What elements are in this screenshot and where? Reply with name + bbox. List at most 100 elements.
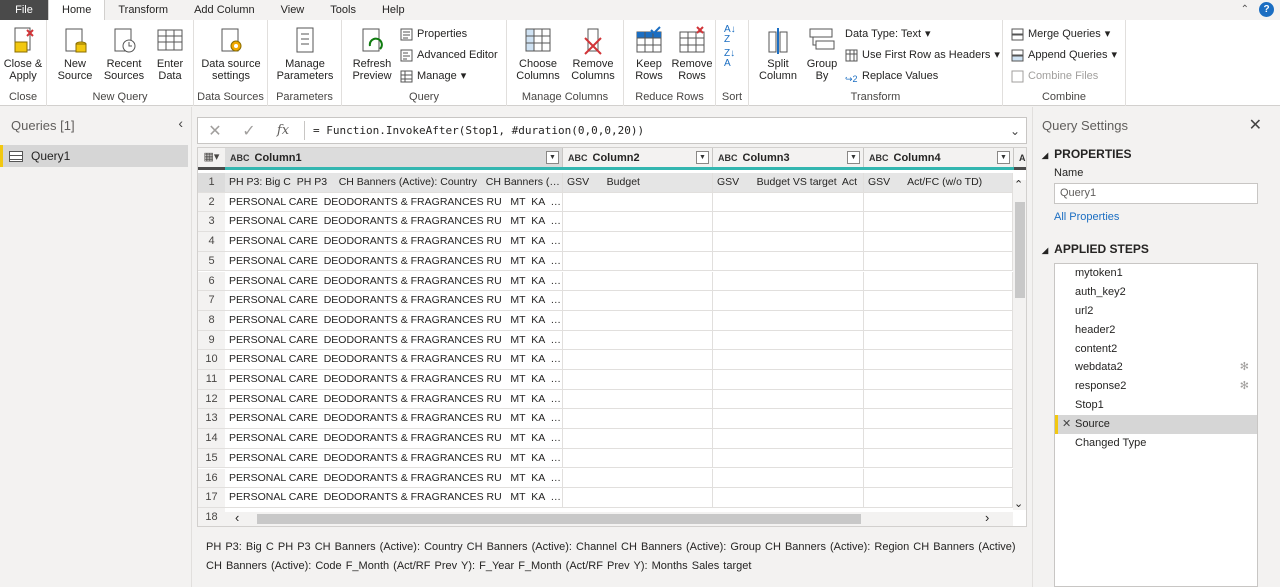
combine-files-button[interactable]: Combine Files [1011, 67, 1098, 85]
table-cell[interactable] [713, 389, 864, 410]
table-cell[interactable] [713, 271, 864, 292]
row-number[interactable]: 15 [198, 448, 225, 469]
row-number[interactable]: 5 [198, 251, 225, 272]
table-cell[interactable] [864, 409, 1013, 430]
properties-section[interactable]: ◢ PROPERTIES [1042, 147, 1132, 161]
collapse-queries-icon[interactable]: ‹ [178, 115, 183, 131]
table-cell[interactable]: PERSONAL CARE DEODORANTS & FRAGRANCES RU… [225, 232, 563, 252]
table-cell[interactable] [864, 488, 1013, 508]
scroll-down-icon[interactable]: ⌄ [1014, 497, 1023, 510]
table-cell[interactable] [563, 212, 713, 233]
table-cell[interactable] [563, 370, 713, 390]
tab-help[interactable]: Help [369, 0, 418, 20]
table-cell[interactable] [864, 448, 1013, 469]
tab-file[interactable]: File [0, 0, 48, 20]
sort-descending-button[interactable]: Z↓ A [724, 49, 735, 69]
table-cell[interactable] [563, 330, 713, 351]
choose-columns-button[interactable]: Choose Columns [512, 26, 564, 82]
refresh-preview-button[interactable]: Refresh Preview [348, 26, 396, 82]
table-cell[interactable] [713, 448, 864, 469]
table-cell[interactable] [864, 310, 1013, 331]
tab-view[interactable]: View [268, 0, 318, 20]
all-properties-link[interactable]: All Properties [1054, 211, 1119, 223]
column-header-column5[interactable]: ABC [1014, 148, 1026, 170]
table-cell[interactable]: GSV Act/FC (w/o TD) [864, 173, 1013, 193]
table-cell[interactable] [713, 192, 864, 213]
row-number[interactable]: 6 [198, 271, 225, 292]
row-number[interactable]: 7 [198, 291, 225, 311]
remove-rows-button[interactable]: Remove Rows [670, 26, 714, 82]
table-cell[interactable]: PERSONAL CARE DEODORANTS & FRAGRANCES RU… [225, 468, 563, 489]
merge-queries-button[interactable]: Merge Queries ▾ [1011, 25, 1110, 43]
enter-data-button[interactable]: Enter Data [151, 26, 189, 82]
expand-formula-icon[interactable]: ⌄ [1004, 124, 1026, 138]
applied-step-auth_key2[interactable]: auth_key2 [1055, 283, 1257, 302]
table-cell[interactable]: PERSONAL CARE DEODORANTS & FRAGRANCES RU… [225, 310, 563, 331]
table-cell[interactable] [563, 350, 713, 370]
table-cell[interactable] [563, 389, 713, 410]
table-cell[interactable]: PERSONAL CARE DEODORANTS & FRAGRANCES RU… [225, 389, 563, 410]
row-number[interactable]: 10 [198, 350, 225, 370]
table-cell[interactable] [563, 409, 713, 430]
column-filter-icon[interactable]: ▼ [696, 151, 709, 164]
table-cell[interactable] [864, 350, 1013, 370]
horizontal-scroll-thumb[interactable] [257, 514, 861, 524]
table-cell[interactable] [864, 192, 1013, 213]
table-cell[interactable] [563, 271, 713, 292]
applied-step-url2[interactable]: url2 [1055, 302, 1257, 321]
delete-step-icon[interactable]: ✕ [1062, 415, 1071, 434]
column-filter-icon[interactable]: ▼ [546, 151, 559, 164]
close-settings-icon[interactable]: ✕ [1249, 115, 1262, 135]
table-cell[interactable] [864, 251, 1013, 272]
table-cell[interactable] [864, 291, 1013, 311]
table-cell[interactable] [563, 251, 713, 272]
table-cell[interactable]: PERSONAL CARE DEODORANTS & FRAGRANCES RU… [225, 350, 563, 370]
table-cell[interactable] [563, 232, 713, 252]
applied-step-mytoken1[interactable]: mytoken1 [1055, 264, 1257, 283]
tab-tools[interactable]: Tools [317, 0, 369, 20]
step-settings-gear-icon[interactable]: ✻ [1240, 377, 1249, 396]
table-cell[interactable]: PERSONAL CARE DEODORANTS & FRAGRANCES RU… [225, 291, 563, 311]
table-menu-icon[interactable]: ▦▾ [198, 148, 225, 170]
scroll-left-icon[interactable]: ‹ [235, 510, 239, 525]
remove-columns-button[interactable]: Remove Columns [566, 26, 620, 82]
table-cell[interactable]: PERSONAL CARE DEODORANTS & FRAGRANCES RU… [225, 488, 563, 508]
applied-step-webdata2[interactable]: webdata2 ✻ [1055, 358, 1257, 377]
text-type-icon[interactable]: ABC [1019, 153, 1026, 163]
vertical-scroll-thumb[interactable] [1015, 202, 1025, 298]
close-apply-button[interactable]: Close & Apply [3, 26, 43, 82]
table-cell[interactable] [713, 330, 864, 351]
table-cell[interactable] [563, 310, 713, 331]
applied-step-stop1[interactable]: Stop1 [1055, 396, 1257, 415]
row-number[interactable]: 2 [198, 192, 225, 213]
row-number[interactable]: 9 [198, 330, 225, 351]
table-cell[interactable] [713, 429, 864, 449]
row-number[interactable]: 14 [198, 429, 225, 449]
applied-step-header2[interactable]: header2 [1055, 321, 1257, 340]
text-type-icon[interactable]: ABC [230, 153, 250, 163]
table-cell[interactable]: GSV Budget VS target Act [713, 173, 864, 193]
commit-formula-icon[interactable]: ✓ [232, 121, 266, 141]
table-cell[interactable]: PERSONAL CARE DEODORANTS & FRAGRANCES RU… [225, 330, 563, 351]
table-cell[interactable]: PERSONAL CARE DEODORANTS & FRAGRANCES RU… [225, 409, 563, 430]
table-cell[interactable] [713, 310, 864, 331]
keep-rows-label[interactable]: Keep Rows [628, 58, 670, 82]
table-cell[interactable]: PH P3: Big C PH P3 CH Banners (Active): … [225, 173, 563, 193]
table-cell[interactable]: GSV Budget [563, 173, 713, 193]
tab-transform[interactable]: Transform [105, 0, 181, 20]
table-cell[interactable]: PERSONAL CARE DEODORANTS & FRAGRANCES RU… [225, 192, 563, 213]
recent-sources-button[interactable]: Recent Sources [101, 26, 147, 82]
keep-rows-button[interactable]: Keep Rows [628, 26, 670, 82]
manage-parameters-button[interactable]: Manage Parameters [272, 26, 338, 82]
table-cell[interactable] [563, 448, 713, 469]
data-source-settings-button[interactable]: Data source settings [198, 26, 264, 82]
table-cell[interactable] [713, 409, 864, 430]
table-cell[interactable] [864, 271, 1013, 292]
append-queries-button[interactable]: Append Queries ▾ [1011, 46, 1117, 64]
text-type-icon[interactable]: ABC [869, 153, 889, 163]
properties-button[interactable]: Properties [400, 25, 467, 43]
scroll-right-icon[interactable]: › [985, 510, 989, 525]
sort-ascending-button[interactable]: A↓ Z [724, 25, 736, 45]
applied-step-response2[interactable]: response2 ✻ [1055, 377, 1257, 396]
collapse-ribbon-icon[interactable]: ⌃ [1241, 4, 1249, 15]
